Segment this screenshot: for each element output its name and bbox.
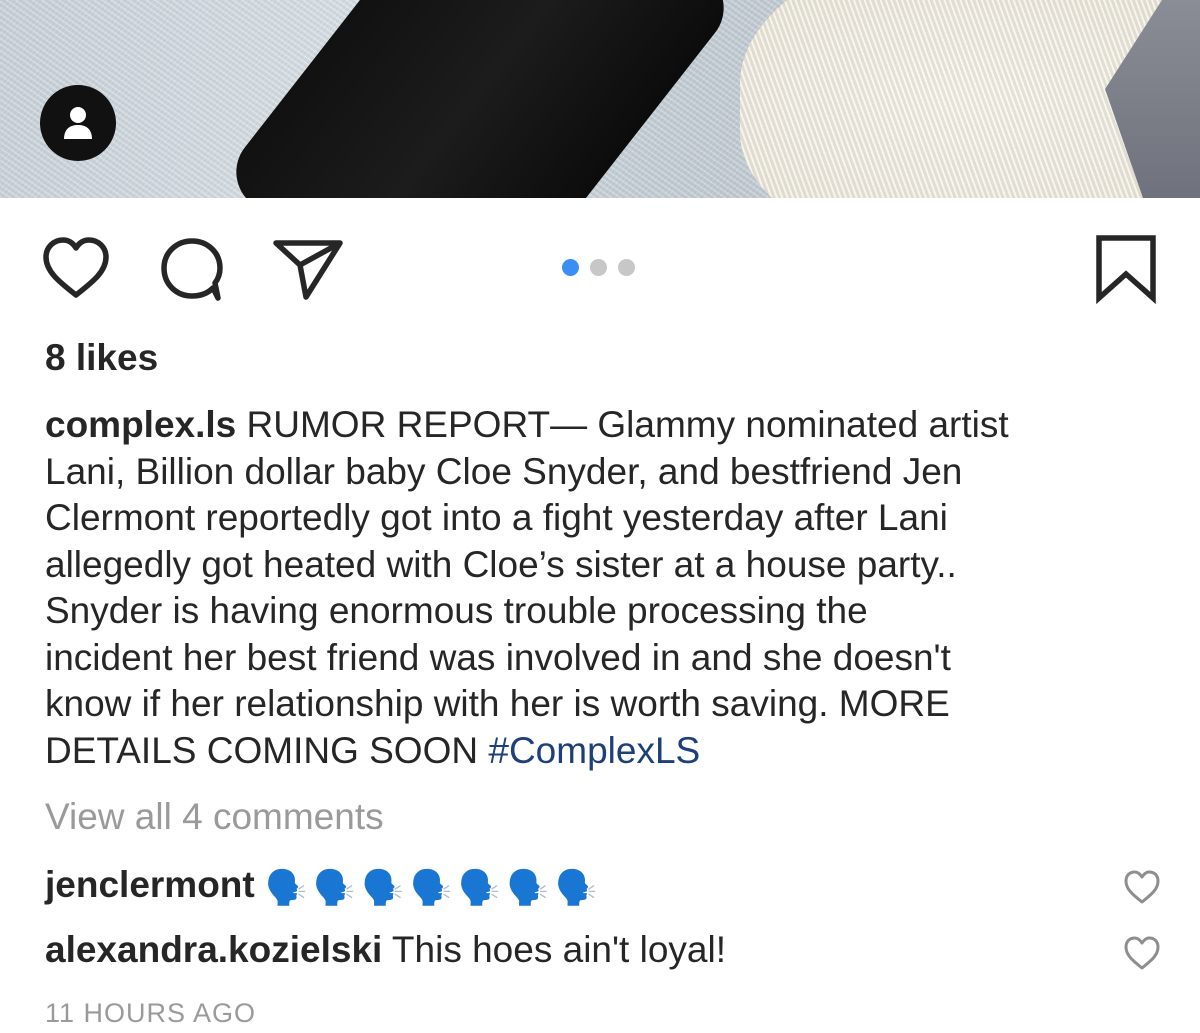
comment-like-button[interactable]	[1122, 934, 1162, 977]
small-heart-icon	[1124, 870, 1160, 904]
caption-line: complex.ls RUMOR REPORT— Glammy nominate…	[45, 402, 1165, 449]
speaking-head-emoji-group: 🗣️ 🗣️ 🗣️ 🗣️ 🗣️ 🗣️ 🗣️	[265, 864, 603, 908]
speaking-head-emoji: 🗣️	[555, 868, 598, 908]
like-button[interactable]	[40, 235, 112, 306]
heart-icon	[43, 237, 109, 298]
comment-username[interactable]: jenclermont	[45, 864, 255, 905]
caption-line: incident her best friend was involved in…	[45, 636, 951, 678]
comment-row: alexandra.kozielski This hoes ain't loya…	[45, 929, 726, 971]
speaking-head-emoji: 🗣️	[361, 868, 405, 908]
comment-username[interactable]: alexandra.kozielski	[45, 929, 382, 970]
caption-text: DETAILS COMING SOON	[45, 729, 489, 771]
carousel-indicator	[562, 259, 642, 279]
save-button[interactable]	[1094, 234, 1158, 309]
caption-username[interactable]: complex.ls	[45, 404, 236, 445]
caption-line: DETAILS COMING SOON #ComplexLS	[45, 728, 1165, 775]
small-heart-icon	[1124, 936, 1160, 970]
speaking-head-emoji: 🗣️	[458, 868, 501, 908]
likes-count[interactable]: 8 likes	[45, 337, 158, 379]
view-all-comments-link[interactable]: View all 4 comments	[45, 796, 384, 838]
comment-text: This hoes ain't loyal!	[382, 929, 726, 970]
caption-line: know if her relationship with her is wor…	[45, 683, 950, 724]
caption-line: Clermont reportedly got into a fight yes…	[45, 497, 948, 538]
speaking-head-emoji: 🗣️	[410, 868, 453, 908]
bookmark-icon	[1096, 235, 1156, 305]
carousel-dot-active	[562, 259, 579, 276]
post-photo[interactable]	[0, 0, 1200, 198]
comment-row: jenclermont 🗣️ 🗣️ 🗣️ 🗣️ 🗣️ 🗣️ 🗣️	[45, 864, 603, 908]
carousel-dot	[590, 259, 607, 276]
caption-line: allegedly got heated with Cloe’s sister …	[45, 543, 957, 585]
caption-text: RUMOR REPORT— Glammy nominated artist	[236, 404, 1009, 445]
speaking-head-emoji: 🗣️	[506, 868, 550, 908]
speaking-head-emoji: 🗣️	[313, 868, 356, 908]
caption-hashtag[interactable]: #ComplexLS	[488, 730, 700, 771]
comment-like-button[interactable]	[1122, 868, 1162, 911]
post-timestamp: 11 HOURS AGO	[45, 998, 257, 1028]
caption-line: Snyder is having enormous trouble proces…	[45, 590, 868, 631]
comment-button[interactable]	[156, 236, 226, 307]
comment-bubble-icon	[161, 238, 223, 301]
user-silhouette-icon	[64, 107, 92, 139]
paper-plane-icon	[273, 240, 343, 300]
caption-line: Lani, Billion dollar baby Cloe Snyder, a…	[45, 450, 963, 492]
tagged-users-button[interactable]	[40, 85, 116, 161]
post-caption: complex.ls RUMOR REPORT— Glammy nominate…	[45, 402, 1165, 774]
carousel-dot	[618, 259, 635, 276]
share-button[interactable]	[270, 235, 346, 306]
speaking-head-emoji: 🗣️	[265, 868, 308, 908]
